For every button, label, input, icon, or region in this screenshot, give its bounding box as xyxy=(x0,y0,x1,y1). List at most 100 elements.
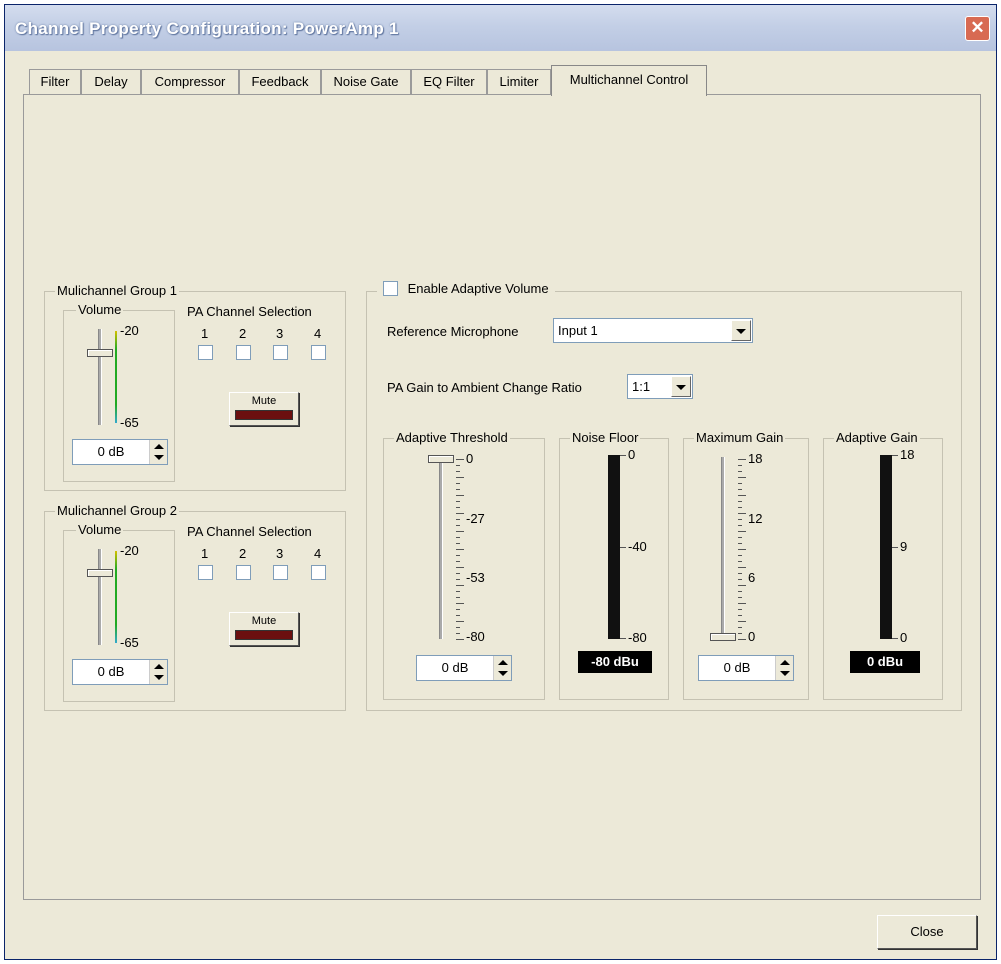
threshold-tick-80: -80 xyxy=(466,629,485,644)
adaptive-gain-box: Adaptive Gain 18 9 0 0 dBu xyxy=(823,430,943,700)
threshold-thumb[interactable] xyxy=(428,455,454,463)
dialog-window: Channel Property Configuration: PowerAmp… xyxy=(4,4,997,960)
group-2-spin-arrows[interactable] xyxy=(149,660,167,684)
gain-ratio-select[interactable]: 1:1 xyxy=(627,374,693,399)
tab-compressor[interactable]: Compressor xyxy=(141,69,239,95)
group-2-volume-box: Volume -20 -65 0 dB xyxy=(63,522,175,702)
adaptive-gain-meter xyxy=(880,455,892,639)
group-2-ch-3-checkbox[interactable] xyxy=(273,565,288,580)
scale-tick xyxy=(738,525,742,526)
scale-tick xyxy=(738,483,742,484)
group-2-ch-2-checkbox[interactable] xyxy=(236,565,251,580)
reference-microphone-dropdown-button[interactable] xyxy=(731,320,751,341)
group-2-mute-button[interactable]: Mute xyxy=(229,612,299,646)
adaptive-gain-tick-mark xyxy=(892,547,898,548)
group-1-ch-1-checkbox[interactable] xyxy=(198,345,213,360)
scale-tick xyxy=(738,639,746,640)
group-1-volume-label: Volume xyxy=(76,302,124,317)
noise-floor-box: Noise Floor 0 -40 -80 -80 dBu xyxy=(559,430,669,700)
scale-tick xyxy=(738,531,746,532)
group-2-volume-spinner[interactable]: 0 dB xyxy=(72,659,168,685)
group-1-title: Mulichannel Group 1 xyxy=(55,283,179,298)
adaptive-gain-tick-mark xyxy=(892,638,898,639)
tab-limiter[interactable]: Limiter xyxy=(487,69,551,95)
threshold-tick-53: -53 xyxy=(466,570,485,585)
spin-down-icon[interactable] xyxy=(154,455,164,460)
scale-tick xyxy=(738,627,742,628)
scale-tick xyxy=(456,495,464,496)
group-2-volume-value[interactable]: 0 dB xyxy=(73,660,149,684)
scale-tick xyxy=(456,501,460,502)
scale-tick xyxy=(738,555,742,556)
spin-up-icon[interactable] xyxy=(780,660,790,665)
spin-down-icon[interactable] xyxy=(780,671,790,676)
tab-panel: Mulichannel Group 1 Volume -20 -65 0 dB … xyxy=(23,94,981,900)
threshold-spinner[interactable]: 0 dB xyxy=(416,655,512,681)
tab-delay[interactable]: Delay xyxy=(81,69,141,95)
group-1-ch-2-label: 2 xyxy=(239,326,247,341)
group-2-ch-1-checkbox[interactable] xyxy=(198,565,213,580)
scale-tick xyxy=(738,591,742,592)
scale-tick xyxy=(738,543,742,544)
enable-adaptive-volume-checkbox[interactable] xyxy=(383,281,398,297)
spin-up-icon[interactable] xyxy=(154,444,164,449)
maximum-gain-spinner[interactable]: 0 dB xyxy=(698,655,794,681)
scale-tick xyxy=(456,465,460,466)
noise-floor-tick-40: -40 xyxy=(628,539,647,554)
group-2-volume-track[interactable] xyxy=(98,549,102,645)
scale-tick xyxy=(456,615,460,616)
close-icon[interactable]: ✕ xyxy=(965,16,990,41)
scale-tick xyxy=(738,597,742,598)
group-1-spin-arrows[interactable] xyxy=(149,440,167,464)
scale-tick xyxy=(456,543,460,544)
reference-microphone-select[interactable]: Input 1 xyxy=(553,318,753,343)
group-2-volume-thumb[interactable] xyxy=(87,569,113,577)
scale-tick xyxy=(738,507,742,508)
gain-ratio-value[interactable]: 1:1 xyxy=(632,375,650,398)
threshold-track[interactable] xyxy=(439,457,443,639)
window-title: Channel Property Configuration: PowerAmp… xyxy=(15,19,399,38)
maximum-gain-spin-arrows[interactable] xyxy=(775,656,793,680)
scale-tick xyxy=(456,459,464,460)
group-2-ch-2-label: 2 xyxy=(239,546,247,561)
threshold-spin-arrows[interactable] xyxy=(493,656,511,680)
maximum-gain-tick-12: 12 xyxy=(748,511,763,526)
reference-microphone-value[interactable]: Input 1 xyxy=(558,319,598,342)
noise-floor-tick-80: -80 xyxy=(628,630,647,645)
scale-tick xyxy=(738,633,742,634)
gain-ratio-dropdown-button[interactable] xyxy=(671,376,691,397)
group-1-volume-value[interactable]: 0 dB xyxy=(73,440,149,464)
group-2-pa-label: PA Channel Selection xyxy=(187,524,312,539)
group-2-ch-4-checkbox[interactable] xyxy=(311,565,326,580)
maximum-gain-title: Maximum Gain xyxy=(694,430,786,445)
tab-filter[interactable]: Filter xyxy=(29,69,81,95)
tab-noise-gate[interactable]: Noise Gate xyxy=(321,69,411,95)
tab-eq-filter[interactable]: EQ Filter xyxy=(411,69,487,95)
group-1-volume-spinner[interactable]: 0 dB xyxy=(72,439,168,465)
scale-tick xyxy=(456,609,460,610)
group-1-ch-3-checkbox[interactable] xyxy=(273,345,288,360)
spin-up-icon[interactable] xyxy=(498,660,508,665)
chevron-down-icon xyxy=(736,329,746,334)
scale-tick xyxy=(456,627,460,628)
group-1-ch-4-checkbox[interactable] xyxy=(311,345,326,360)
spin-down-icon[interactable] xyxy=(154,675,164,680)
group-1-volume-thumb[interactable] xyxy=(87,349,113,357)
scale-tick xyxy=(738,603,746,604)
group-1-ch-2-checkbox[interactable] xyxy=(236,345,251,360)
threshold-value[interactable]: 0 dB xyxy=(417,656,493,680)
tab-feedback[interactable]: Feedback xyxy=(239,69,321,95)
close-button[interactable]: Close xyxy=(877,915,977,949)
multichannel-group-1: Mulichannel Group 1 Volume -20 -65 0 dB … xyxy=(44,283,346,491)
noise-floor-tick-mark xyxy=(620,547,626,548)
maximum-gain-track[interactable] xyxy=(721,457,725,639)
spin-down-icon[interactable] xyxy=(498,671,508,676)
tab-multichannel-control[interactable]: Multichannel Control xyxy=(551,65,707,96)
group-1-volume-track[interactable] xyxy=(98,329,102,425)
maximum-gain-value[interactable]: 0 dB xyxy=(699,656,775,680)
maximum-gain-thumb[interactable] xyxy=(710,633,736,641)
group-2-volume-scale xyxy=(115,551,117,643)
noise-floor-tick-mark xyxy=(620,638,626,639)
spin-up-icon[interactable] xyxy=(154,664,164,669)
group-1-mute-button[interactable]: Mute xyxy=(229,392,299,426)
